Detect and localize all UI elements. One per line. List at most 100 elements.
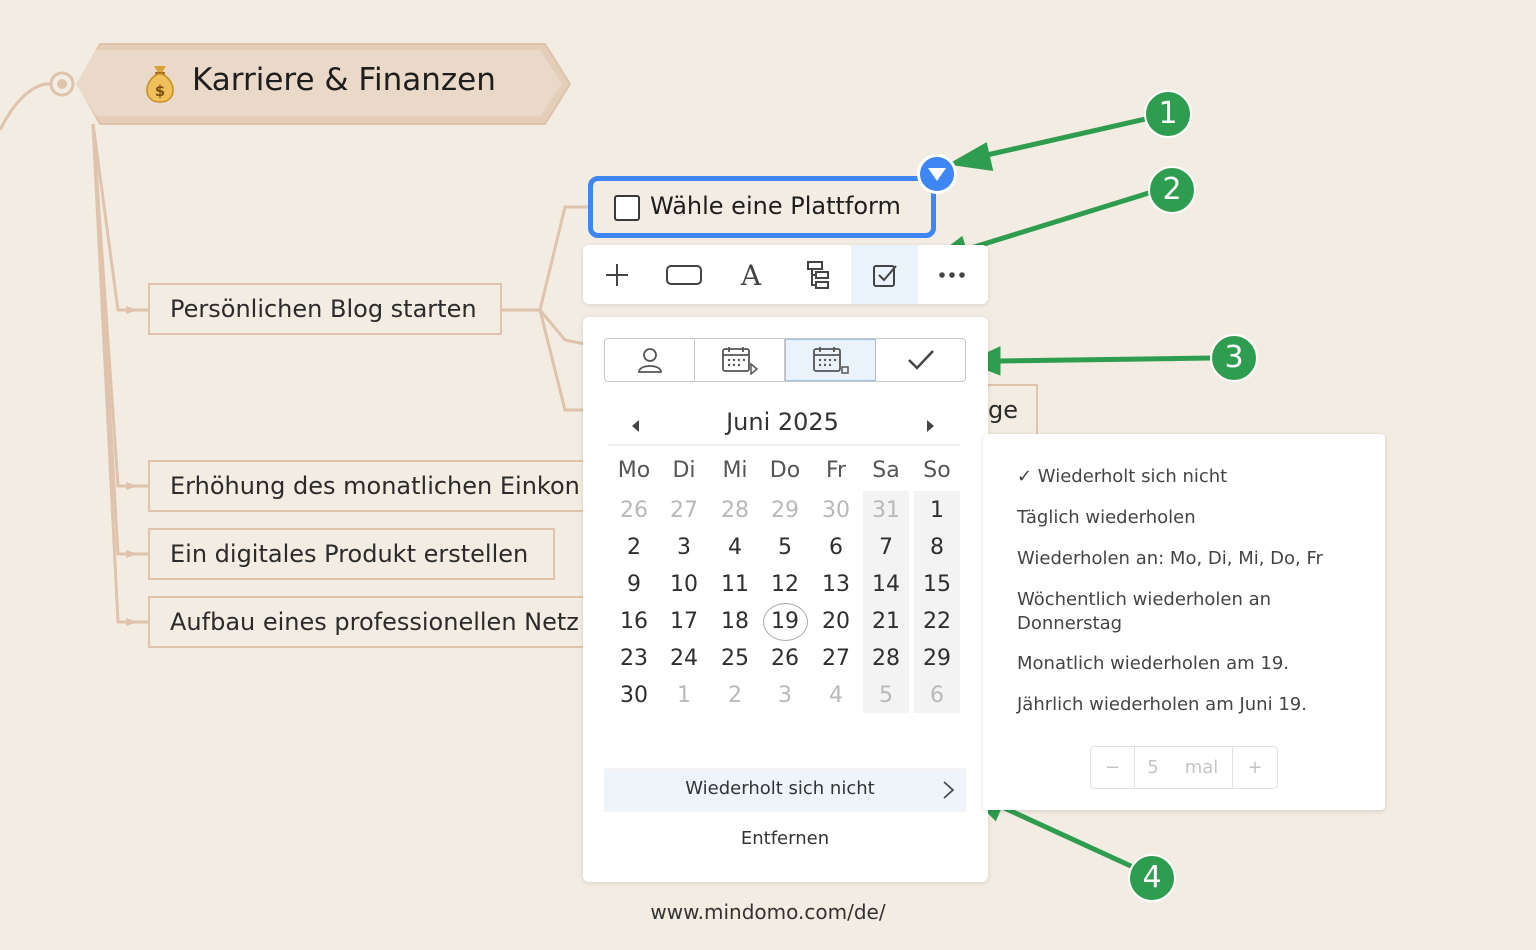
topic-blog[interactable]: Persönlichen Blog starten [148, 283, 502, 335]
prev-month-icon[interactable] [624, 414, 648, 438]
add-icon [605, 263, 628, 286]
calendar-day[interactable]: 1 [659, 678, 709, 714]
shape-icon [665, 264, 702, 285]
calendar-day[interactable]: 17 [659, 604, 709, 640]
weekday-header: Fr [825, 458, 847, 483]
weekday-header: So [923, 458, 951, 483]
calendar-day[interactable]: 5 [760, 530, 810, 566]
topic-digital-product[interactable]: Ein digitales Produkt erstellen [148, 528, 555, 580]
hidden-topic-fragment: ge [988, 396, 1018, 424]
shape-button[interactable] [650, 245, 717, 304]
calendar-day[interactable]: 19 [760, 604, 810, 640]
calendar-day[interactable]: 1 [912, 493, 962, 529]
calendar-day[interactable]: 24 [659, 641, 709, 677]
weekday-header: Di [672, 458, 696, 483]
task-checkbox[interactable] [614, 195, 640, 221]
structure-button[interactable] [784, 245, 851, 304]
calendar-day[interactable]: 10 [659, 567, 709, 603]
text-format-icon: A [739, 260, 761, 290]
calendar-day[interactable]: 29 [760, 493, 810, 529]
calendar-day[interactable]: 20 [811, 604, 861, 640]
calendar-day[interactable]: 30 [811, 493, 861, 529]
calendar-day[interactable]: 25 [710, 641, 760, 677]
calendar-day[interactable]: 9 [609, 567, 659, 603]
calendar-day[interactable]: 15 [912, 567, 962, 603]
svg-text:$: $ [155, 82, 165, 100]
calendar-day[interactable]: 29 [912, 641, 962, 677]
increment-button[interactable]: + [1233, 747, 1277, 788]
topic-label: Persönlichen Blog starten [170, 295, 477, 323]
calendar-day[interactable]: 31 [861, 493, 911, 529]
repeat-label[interactable]: Wiederholt sich nicht [604, 778, 956, 799]
calendar-day[interactable]: 12 [760, 567, 810, 603]
repeat-option-monthly[interactable]: Monatlich wiederholen am 19. [1017, 652, 1357, 676]
chevron-right-icon[interactable] [938, 780, 958, 800]
callout-badge: 4 [1128, 854, 1176, 902]
repeat-option-yearly[interactable]: Jährlich wiederholen am Juni 19. [1017, 693, 1357, 717]
calendar-day[interactable]: 26 [760, 641, 810, 677]
calendar-day[interactable]: 4 [710, 530, 760, 566]
calendar-day[interactable]: 2 [710, 678, 760, 714]
calendar-day[interactable]: 21 [861, 604, 911, 640]
calendar-day[interactable]: 30 [609, 678, 659, 714]
next-month-icon[interactable] [918, 414, 942, 438]
calendar-day[interactable]: 28 [710, 493, 760, 529]
divider [608, 444, 960, 446]
calendar-day[interactable]: 6 [912, 678, 962, 714]
text-format-button[interactable]: A [717, 245, 784, 304]
tab-complete[interactable] [876, 339, 965, 381]
collapse-handle-icon[interactable] [917, 154, 957, 194]
complete-icon [907, 350, 934, 370]
topic-network[interactable]: Aufbau eines professionellen Netz [148, 596, 588, 648]
calendar-day[interactable]: 7 [861, 530, 911, 566]
person-icon [637, 348, 662, 373]
node-toolbar: A [583, 245, 988, 304]
topic-label: Aufbau eines professionellen Netz [170, 608, 579, 636]
calendar-day[interactable]: 16 [609, 604, 659, 640]
decrement-button[interactable]: − [1091, 747, 1135, 788]
repeat-option-weekly[interactable]: Wöchentlich wiederholen an Donnerstag [1017, 588, 1317, 636]
calendar-day[interactable]: 4 [811, 678, 861, 714]
calendar-day[interactable]: 27 [811, 641, 861, 677]
repeat-count-stepper: − 5 mal + [1090, 746, 1278, 789]
calendar-day[interactable]: 27 [659, 493, 709, 529]
remove-button[interactable]: Entfernen [604, 828, 966, 849]
calendar-day[interactable]: 3 [760, 678, 810, 714]
root-topic-title[interactable]: Karriere & Finanzen [192, 62, 496, 98]
more-button[interactable] [918, 245, 985, 304]
calendar-day[interactable]: 2 [609, 530, 659, 566]
callout-badge: 3 [1210, 334, 1258, 382]
weekday-header: Sa [872, 458, 900, 483]
count-value[interactable]: 5 [1135, 747, 1171, 788]
topic-label: Ein digitales Produkt erstellen [170, 540, 529, 568]
due-date-icon [812, 347, 849, 374]
repeat-option-weekdays[interactable]: Wiederholen an: Mo, Di, Mi, Do, Fr [1017, 547, 1357, 571]
task-button[interactable] [851, 245, 918, 304]
calendar-day[interactable]: 14 [861, 567, 911, 603]
repeat-option-daily[interactable]: Täglich wiederholen [1017, 506, 1357, 530]
weekday-header: Do [769, 458, 801, 483]
add-button[interactable] [583, 245, 650, 304]
tab-due-date[interactable] [785, 339, 876, 381]
tab-assignee[interactable] [605, 339, 695, 381]
calendar-day[interactable]: 11 [710, 567, 760, 603]
calendar-day[interactable]: 18 [710, 604, 760, 640]
calendar-day[interactable]: 26 [609, 493, 659, 529]
calendar-day[interactable]: 13 [811, 567, 861, 603]
calendar-day[interactable]: 3 [659, 530, 709, 566]
calendar-day[interactable]: 5 [861, 678, 911, 714]
calendar-day[interactable]: 6 [811, 530, 861, 566]
calendar-day[interactable]: 23 [609, 641, 659, 677]
repeat-option-none[interactable]: ✓ Wiederholt sich nicht [1017, 465, 1357, 489]
calendar-day[interactable]: 8 [912, 530, 962, 566]
calendar-day[interactable]: 28 [861, 641, 911, 677]
tab-start-date[interactable] [695, 339, 785, 381]
task-icon [872, 264, 897, 287]
task-label[interactable]: Wähle eine Plattform [650, 192, 901, 220]
weekday-header: Mi [722, 458, 748, 483]
weekday-header: Mo [617, 458, 651, 483]
start-date-icon [721, 347, 758, 375]
count-unit: mal [1171, 747, 1233, 788]
topic-income[interactable]: Erhöhung des monatlichen Einkon [148, 460, 588, 512]
calendar-day[interactable]: 22 [912, 604, 962, 640]
